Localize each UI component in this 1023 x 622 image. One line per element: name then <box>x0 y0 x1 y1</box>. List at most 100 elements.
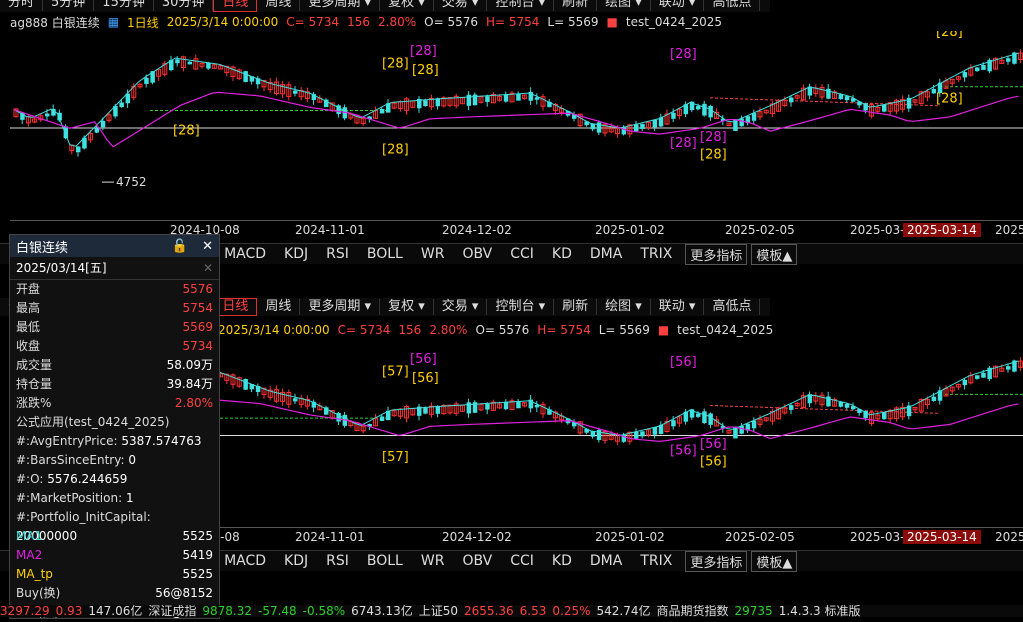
indicator-tab[interactable]: KD <box>543 553 581 569</box>
change-label: 156 <box>347 15 370 29</box>
formula-row: #:MarketPosition: 1 <box>10 489 219 508</box>
toolbar-item[interactable]: 高低点 <box>704 299 761 315</box>
toolbar-item[interactable]: 复权 ▾ <box>380 299 434 315</box>
toolbar-item[interactable]: 控制台 ▾ <box>487 299 555 315</box>
toolbar-item[interactable]: 30分钟 <box>154 0 214 11</box>
toolbar-item[interactable]: 复权 ▾ <box>380 0 434 11</box>
toolbar-item[interactable]: 交易 ▾ <box>434 0 488 11</box>
ma-value: 56@8152 <box>155 586 213 600</box>
toolbar-item[interactable]: 控制台 ▾ <box>487 0 555 11</box>
indicator-tab[interactable]: RSI <box>317 246 358 262</box>
toolbar-item[interactable]: 交易 ▾ <box>434 299 488 315</box>
toolbar-item[interactable]: 周线 <box>257 0 301 11</box>
toolbar-item[interactable]: 刷新 <box>554 299 598 315</box>
candle-body <box>882 104 887 112</box>
candle-body <box>739 425 744 434</box>
toolbar-item[interactable]: 5分钟 <box>43 0 95 11</box>
panel-row: 涨跌% 2.80% <box>10 394 219 413</box>
market-status-bar: 3297.29 0.93 147.06亿 深证成指 9878.32 -57.48 -0.58… <box>0 605 1023 617</box>
indicator-tab[interactable]: MACD <box>215 553 275 569</box>
indicator-tab[interactable]: WR <box>412 246 454 262</box>
template-button[interactable]: 模板▲ <box>751 550 798 572</box>
template-button[interactable]: 模板▲ <box>751 243 798 265</box>
high-label-bottom: H= 5754 <box>537 323 591 337</box>
indicator-tab[interactable]: OBV <box>453 553 501 569</box>
signal-marker-label: [28] <box>700 130 727 145</box>
grid-icon[interactable]: ▦ <box>108 15 119 29</box>
signal-marker-label: [28] <box>670 136 697 151</box>
close-icon[interactable]: ✕ <box>203 257 213 279</box>
panel-row-value: 5569 <box>182 320 213 334</box>
indicator-tab[interactable]: KD <box>543 246 581 262</box>
toolbar-item[interactable]: 分时 <box>0 0 44 11</box>
indicator-tab[interactable]: CCI <box>501 246 543 262</box>
toolbar-item[interactable]: 绘图 ▾ <box>597 0 651 11</box>
entry-dashed-line <box>709 97 941 107</box>
toolbar-item[interactable]: 周线 <box>257 299 301 315</box>
ma-label: MA2 <box>16 548 43 562</box>
toolbar-item[interactable]: 联动 ▾ <box>651 299 705 315</box>
indicator-tab[interactable]: OBV <box>453 246 501 262</box>
candle-body <box>696 106 701 110</box>
indicator-tab[interactable]: BOLL <box>358 553 412 569</box>
candlestick-chart-top[interactable]: 4752[28][28][28][28][28][28][28] [28][28]… <box>10 31 1023 218</box>
candle-body <box>652 119 658 128</box>
candle-body <box>751 420 757 429</box>
signal-marker-label: [56] <box>410 352 437 367</box>
candle-body <box>708 413 713 425</box>
toolbar-item[interactable]: 日线 <box>213 0 258 12</box>
indicator-tab[interactable]: WR <box>412 553 454 569</box>
low-label: L= 5569 <box>547 15 599 29</box>
status-item: 0.93 <box>55 605 83 617</box>
candle-body <box>671 112 676 119</box>
date-label-bottom: 2025/3/14 0:00:00 <box>218 323 330 337</box>
indicator-tab[interactable]: DMA <box>581 246 631 262</box>
more-indicators-button[interactable]: 更多指标 <box>685 243 748 265</box>
pct-label-bottom: 2.80% <box>429 323 468 337</box>
indicator-tab[interactable]: CCI <box>501 553 543 569</box>
indicator-tab[interactable]: BOLL <box>358 246 412 262</box>
candle-body <box>708 105 713 118</box>
toolbar-item[interactable]: 15分钟 <box>94 0 154 11</box>
candle-body <box>293 398 298 402</box>
close-label-bottom: C= 5734 <box>337 323 391 337</box>
panel-row-value: 39.84万 <box>166 377 213 391</box>
candle-body <box>739 118 744 127</box>
candle-body <box>243 71 248 82</box>
indicator-tab[interactable]: DMA <box>581 553 631 569</box>
strategy-name-bottom: test_0424_2025 <box>677 323 774 337</box>
indicator-tab[interactable]: RSI <box>317 553 358 569</box>
toolbar-item[interactable]: 高低点 <box>704 0 761 11</box>
indicator-tab[interactable]: KDJ <box>275 553 317 569</box>
formula-label: #:MarketPosition: <box>16 491 123 505</box>
panel-header[interactable]: 白银连续 🔓 ✕ <box>10 235 219 257</box>
toolbar-item[interactable]: 联动 ▾ <box>651 0 705 11</box>
candle-body <box>503 401 509 410</box>
signal-marker-label: [28] <box>173 123 200 138</box>
toolbar-item[interactable]: 更多周期 ▾ <box>300 299 381 315</box>
strategy-swatch-icon: ■ <box>657 323 670 337</box>
ma-label: MA_tp <box>16 567 53 581</box>
indicator-tab[interactable]: KDJ <box>275 246 317 262</box>
formula-title: 公式应用(test_0424_2025) <box>16 415 170 429</box>
formula-value: 5576.244659 <box>47 472 128 486</box>
lock-icon[interactable]: 🔓 <box>172 239 188 254</box>
signal-marker-label: [56] <box>670 355 697 370</box>
indicator-tab[interactable]: TRIX <box>631 246 681 262</box>
candle-body <box>838 401 844 407</box>
status-item: 1.4.3.3 标准版 <box>778 605 861 617</box>
panel-row: 收盘 5734 <box>10 337 219 356</box>
toolbar-item[interactable]: 更多周期 ▾ <box>300 0 381 11</box>
indicator-tab[interactable]: MACD <box>215 246 275 262</box>
bar-info-panel[interactable]: 白银连续 🔓 ✕ 2025/03/14[五] ✕ 开盘 5576 最高 5754 最低 556… <box>9 234 220 619</box>
panel-date: 2025/03/14[五] ✕ <box>10 257 219 280</box>
toolbar-item[interactable]: 刷新 <box>554 0 598 11</box>
toolbar-item[interactable]: 绘图 ▾ <box>597 299 651 315</box>
axis-date-label: 2025-0 <box>995 223 1023 237</box>
candle-body <box>76 146 81 153</box>
more-indicators-button[interactable]: 更多指标 <box>685 550 748 572</box>
panel-row: 开盘 5576 <box>10 280 219 299</box>
indicator-tab[interactable]: TRIX <box>631 553 681 569</box>
candle-body <box>975 375 980 379</box>
close-icon[interactable]: ✕ <box>202 239 213 254</box>
